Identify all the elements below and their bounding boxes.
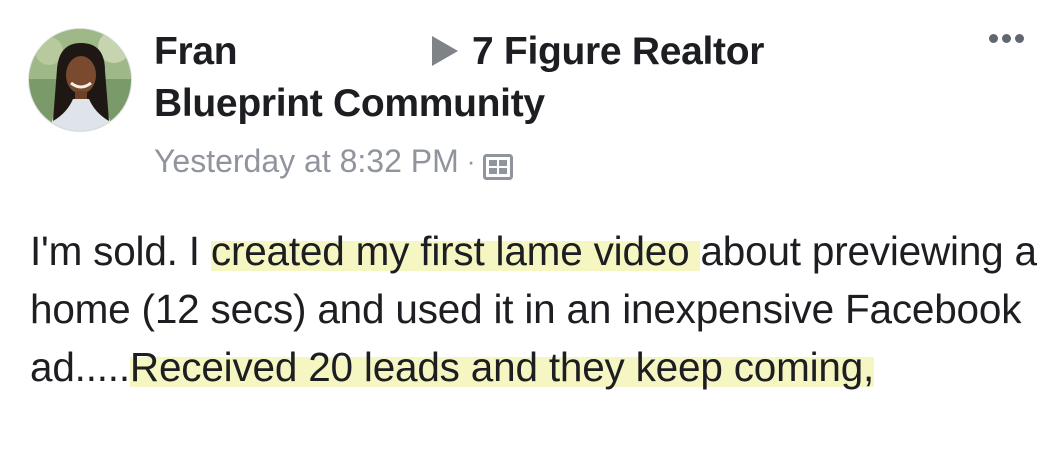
photo-album-icon	[483, 148, 514, 180]
more-dot	[1015, 34, 1024, 43]
author-name[interactable]: Fran	[154, 26, 432, 78]
author-avatar[interactable]	[28, 28, 132, 132]
right-arrow-icon	[432, 35, 458, 66]
group-name-line1[interactable]: 7 Figure Realtor	[472, 30, 764, 73]
post-header: Fran 7 Figure Realtor Blueprint Community…	[154, 26, 854, 182]
post-text-highlight1: created my first lame video	[210, 228, 701, 274]
group-name-line2[interactable]: Blueprint Community	[154, 82, 545, 125]
more-dot	[989, 34, 998, 43]
post-body: I'm sold. I created my first lame video …	[30, 222, 1050, 396]
more-dot	[1002, 34, 1011, 43]
facebook-post: Fran 7 Figure Realtor Blueprint Community…	[0, 0, 1056, 462]
post-title: Fran 7 Figure Realtor Blueprint Community	[154, 26, 854, 130]
post-timestamp[interactable]: Yesterday at 8:32 PM	[154, 140, 459, 182]
post-text-highlight2: Received 20 leads and they keep coming,	[129, 344, 875, 390]
post-text-part1: I'm sold. I	[30, 228, 211, 274]
post-meta: Yesterday at 8:32 PM ·	[154, 140, 854, 182]
more-options-icon[interactable]	[989, 34, 1024, 43]
avatar-photo	[29, 29, 131, 131]
meta-separator: ·	[466, 146, 476, 176]
